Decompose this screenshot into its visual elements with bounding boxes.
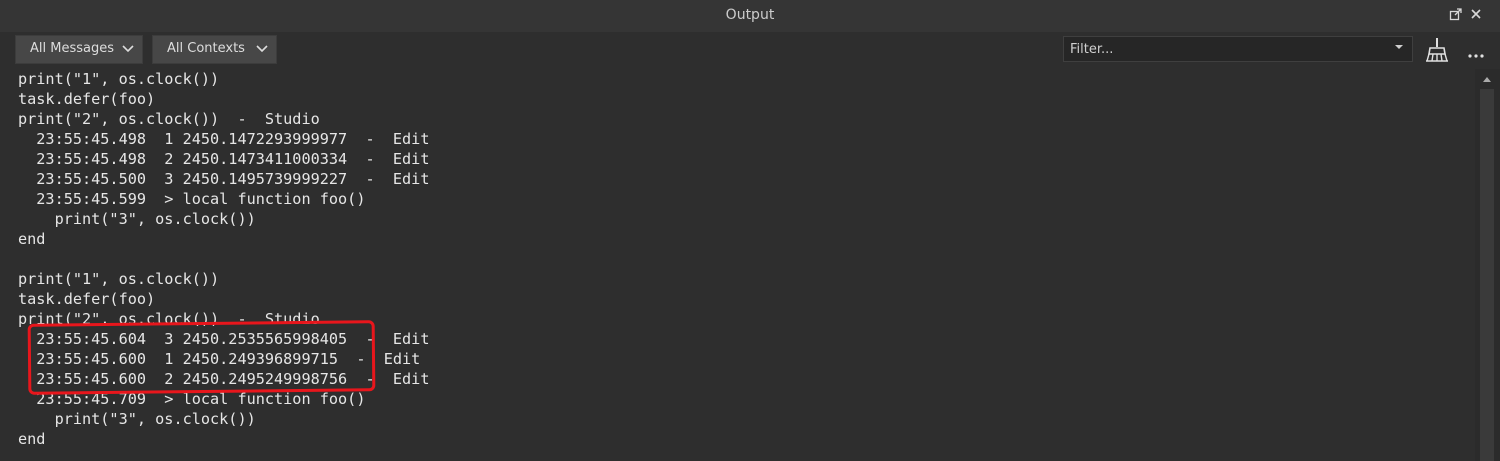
filter-dropdown-arrow-icon[interactable]	[1394, 42, 1404, 55]
close-icon[interactable]	[1469, 7, 1483, 25]
console-line: 23:55:45.599 > local function foo()	[18, 190, 366, 208]
undock-icon[interactable]	[1449, 7, 1463, 25]
filter-input[interactable]: Filter...	[1063, 36, 1413, 62]
title-bar: Output	[0, 0, 1500, 32]
output-window: Output All Messages All Contexts Filter.…	[0, 0, 1500, 461]
console-line: print("1", os.clock())	[18, 70, 220, 88]
messages-filter-dropdown[interactable]: All Messages	[15, 35, 143, 64]
messages-filter-label: All Messages	[30, 41, 114, 56]
filter-placeholder: Filter...	[1070, 42, 1114, 57]
toolbar: All Messages All Contexts Filter...	[0, 32, 1500, 69]
vertical-scrollbar[interactable]	[1475, 69, 1500, 461]
chevron-down-icon	[256, 41, 268, 58]
chevron-down-icon	[122, 41, 134, 58]
output-console[interactable]: print("1", os.clock()) task.defer(foo) p…	[0, 69, 1475, 461]
window-title: Output	[725, 7, 775, 23]
console-line: 23:55:45.604 3 2450.2535565998405 - Edit	[18, 330, 430, 348]
more-options-icon[interactable]	[1468, 44, 1484, 63]
console-line: task.defer(foo)	[18, 90, 156, 108]
console-line: 23:55:45.498 2 2450.1473411000334 - Edit	[18, 150, 430, 168]
scrollbar-thumb[interactable]	[1480, 89, 1494, 461]
console-line: 23:55:45.500 3 2450.1495739999227 - Edit	[18, 170, 430, 188]
contexts-filter-label: All Contexts	[167, 41, 245, 56]
console-line: end	[18, 230, 46, 248]
clear-output-broom-icon[interactable]	[1424, 37, 1448, 67]
console-line: print("2", os.clock()) - Studio	[18, 110, 320, 128]
console-line: 23:55:45.498 1 2450.1472293999977 - Edit	[18, 130, 430, 148]
console-line: 23:55:45.709 > local function foo()	[18, 390, 366, 408]
console-line: task.defer(foo)	[18, 290, 156, 308]
console-line: 23:55:45.600 1 2450.249396899715 - Edit	[18, 350, 421, 368]
console-line: end	[18, 430, 46, 448]
scroll-up-arrow-icon[interactable]	[1482, 75, 1492, 86]
console-line: 23:55:45.600 2 2450.2495249998756 - Edit	[18, 370, 430, 388]
contexts-filter-dropdown[interactable]: All Contexts	[152, 35, 277, 64]
console-line: print("2", os.clock()) - Studio	[18, 310, 320, 328]
console-line: print("1", os.clock())	[18, 270, 220, 288]
console-line: print("3", os.clock())	[18, 410, 256, 428]
console-line: print("3", os.clock())	[18, 210, 256, 228]
